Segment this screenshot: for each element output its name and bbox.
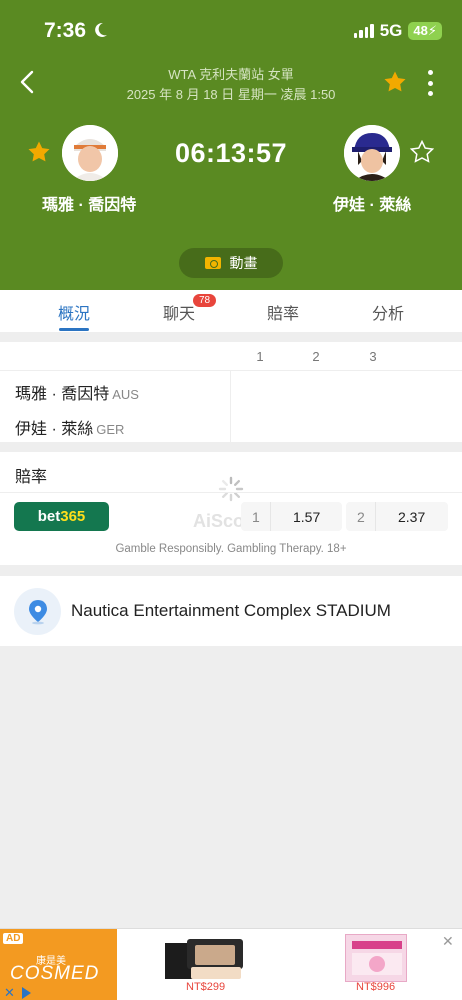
battery-icon: 48⚡ — [408, 22, 442, 40]
score-row-player2: 伊娃 · 萊絲 GER — [15, 415, 124, 439]
tab-active-indicator — [59, 328, 89, 331]
ad-price-1: NT$299 — [186, 981, 226, 993]
divider — [0, 370, 462, 371]
ad-product-image[interactable] — [345, 934, 407, 982]
odds-home-button[interactable]: 1 1.57 — [241, 502, 342, 531]
divider — [0, 492, 462, 493]
status-time: 7:36 — [44, 19, 87, 42]
odds-section: 賠率 bet 365 AiScore 1 1.57 2 2.37 Gamble R… — [0, 452, 462, 565]
venue-row[interactable]: Nautica Entertainment Complex STADIUM — [0, 576, 462, 646]
odds-separator — [375, 502, 376, 531]
animation-icon — [204, 257, 221, 269]
player2-avatar[interactable] — [344, 125, 400, 181]
location-pin-icon — [29, 600, 47, 625]
odds-away-button[interactable]: 2 2.37 — [346, 502, 448, 531]
ad-tag: AD — [3, 933, 24, 944]
chat-badge: 78 — [193, 294, 217, 307]
bet365-logo-text: bet — [37, 508, 61, 525]
status-indicators: 5G 48⚡ — [353, 21, 442, 41]
close-icon[interactable]: ✕ — [442, 933, 454, 950]
player2-name[interactable]: 伊娃 · 萊絲 — [333, 191, 411, 215]
ad-banner[interactable]: AD 康是美 COSMED ✕ NT$299 NT$996 ✕ — [0, 928, 462, 1000]
favorite-star-icon[interactable] — [383, 70, 407, 94]
ad-choices-icon[interactable] — [22, 987, 31, 999]
tab-analysis[interactable]: 分析 — [348, 300, 428, 324]
tab-overview[interactable]: 概況 — [34, 300, 114, 324]
venue-name: Nautica Entertainment Complex STADIUM — [71, 601, 391, 620]
ad-close-x-icon[interactable]: ✕ — [4, 985, 15, 1000]
ad-price-2: NT$996 — [356, 981, 396, 993]
animation-button[interactable]: 動畫 — [179, 248, 283, 278]
animation-label: 動畫 — [229, 255, 258, 271]
player2-favorite-star-icon[interactable] — [410, 140, 434, 164]
moon-icon — [95, 22, 107, 37]
set-header-3: 3 — [369, 349, 377, 364]
divider — [230, 371, 231, 442]
cosmed-ad-logo[interactable]: AD 康是美 COSMED ✕ — [0, 929, 117, 1000]
venue-icon-wrap — [14, 588, 61, 635]
odds-away-label: 2 — [357, 509, 365, 525]
bet365-logo-number: 365 — [60, 508, 86, 525]
set-header-1: 1 — [256, 349, 264, 364]
loading-spinner-icon — [218, 476, 244, 502]
more-options-icon[interactable] — [422, 70, 438, 96]
ad-product-image[interactable] — [165, 939, 245, 981]
player1-name[interactable]: 瑪雅 · 喬因特 — [42, 191, 136, 215]
score-player1-country: AUS — [112, 387, 139, 402]
odds-home-value: 1.57 — [293, 509, 321, 525]
score-player1-name: 瑪雅 · 喬因特 — [15, 386, 110, 403]
tab-bar: 概況 聊天 78 賠率 分析 — [0, 290, 462, 332]
score-player2-name: 伊娃 · 萊絲 — [15, 421, 94, 438]
score-player2-country: GER — [96, 422, 125, 437]
scoreboard: 1 2 3 瑪雅 · 喬因特 AUS 伊娃 · 萊絲 GER — [0, 342, 462, 442]
bet365-logo[interactable]: bet 365 — [14, 502, 109, 531]
set-header-2: 2 — [312, 349, 320, 364]
tab-odds[interactable]: 賠率 — [243, 300, 323, 324]
odds-away-value: 2.37 — [398, 509, 426, 525]
gambling-disclaimer: Gamble Responsibly. Gambling Therapy. 18… — [115, 543, 347, 555]
score-row-player1: 瑪雅 · 喬因特 AUS — [15, 380, 139, 404]
battery-level: 48 — [413, 23, 428, 38]
odds-home-label: 1 — [252, 509, 260, 525]
odds-separator — [270, 502, 271, 531]
ad-brand: COSMED — [10, 963, 100, 984]
network-label: 5G — [379, 21, 403, 40]
signal-icon — [353, 24, 374, 38]
odds-title: 賠率 — [15, 469, 48, 486]
match-header: 7:36 5G 48⚡ WTA 克利夫蘭站 女單 2025 年 8 月 18 日… — [0, 0, 462, 290]
